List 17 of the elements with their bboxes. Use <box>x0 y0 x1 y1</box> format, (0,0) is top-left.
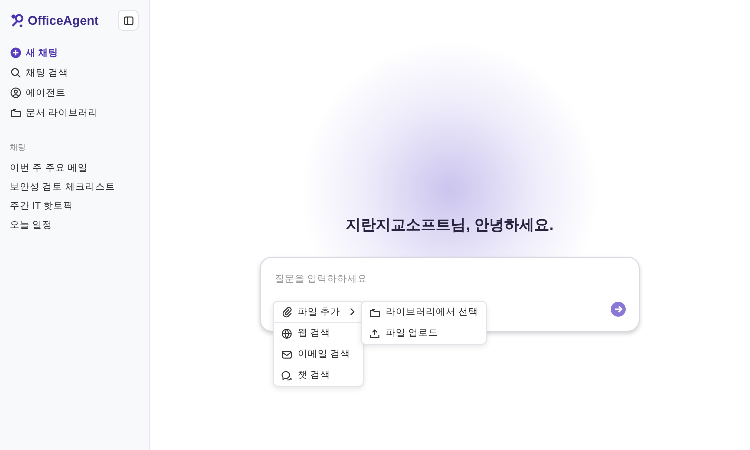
menu-item[interactable]: 챗 검색 <box>274 365 363 386</box>
nav-item[interactable]: 채팅 검색 <box>10 63 139 83</box>
chat-history-item[interactable]: 이번 주 주요 메일 <box>10 159 139 178</box>
menu-item[interactable]: 이메일 검색 <box>274 344 363 365</box>
nav-item[interactable]: 새 채팅 <box>10 43 139 63</box>
chat-history-item[interactable]: 보안성 검토 체크리스트 <box>10 178 139 197</box>
nav-item[interactable]: 문서 라이브러리 <box>10 103 139 123</box>
menu-item[interactable]: 라이브러리에서 선택 <box>362 302 486 323</box>
menu-item[interactable]: 파일 업로드 <box>362 323 486 344</box>
greeting-heading: 지란지교소프트님, 안녕하세요. <box>346 216 554 236</box>
section-heading: 채팅 <box>10 142 27 153</box>
nav-item[interactable]: 에이전트 <box>10 83 139 103</box>
chat-history-item[interactable]: 오늘 일정 <box>10 216 139 235</box>
chat-history-item[interactable]: 주간 IT 핫토픽 <box>10 197 139 216</box>
message-input-field[interactable]: 질문을 입력하하세요 <box>275 274 575 285</box>
app-logo: OfficeAgent <box>28 14 99 28</box>
menu-item[interactable]: 웹 검색 <box>274 323 363 344</box>
